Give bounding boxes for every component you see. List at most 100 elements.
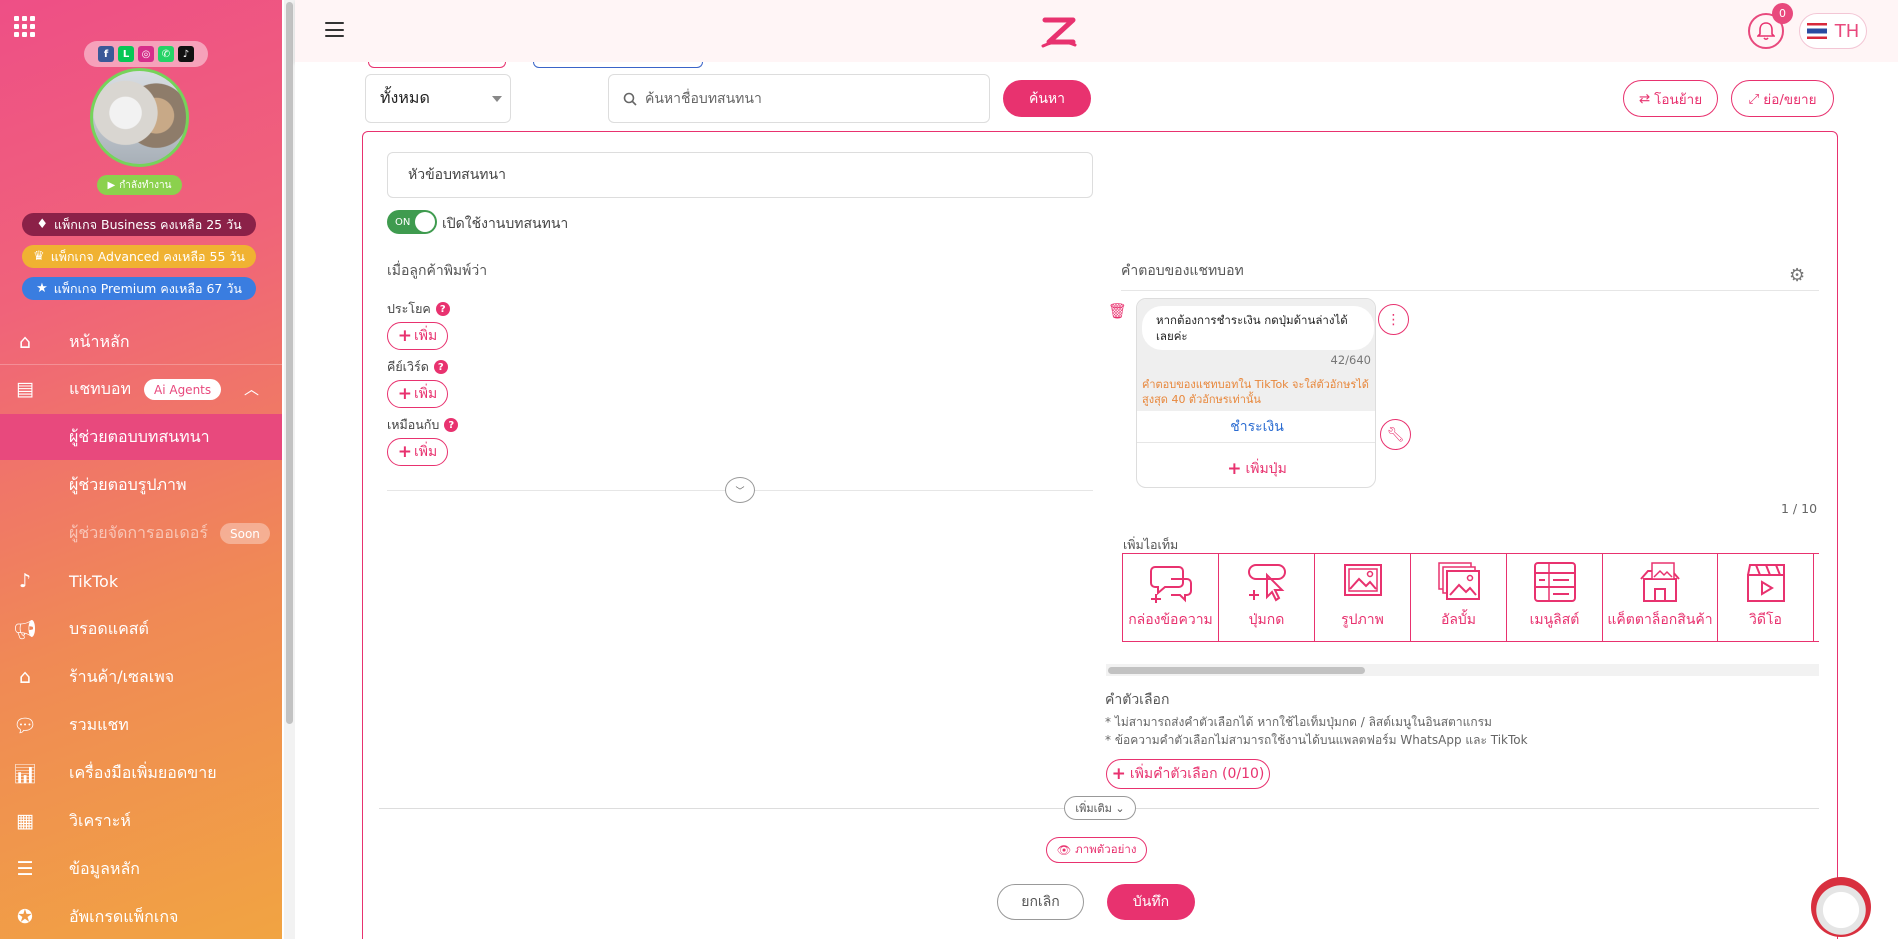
crown-icon: ♛ (33, 249, 45, 264)
menu-icon[interactable] (325, 22, 344, 37)
item-button[interactable]: ปุ่มกด (1219, 554, 1315, 641)
add-sentence-button[interactable]: + เพิ่ม (387, 322, 448, 350)
tab-remnant-left[interactable] (368, 62, 506, 68)
pay-button[interactable]: ชำระเงิน (1137, 411, 1375, 443)
trash-icon[interactable]: 🗑︎ (1108, 302, 1127, 320)
help-icon[interactable]: ? (435, 302, 450, 316)
message-bubble[interactable]: หากต้องการชำระเงิน กดปุ่มด้านล่างได้เลยค… (1142, 306, 1374, 350)
apps-grid-icon[interactable] (14, 16, 35, 37)
search-input[interactable]: ค้นหาชื่อบทสนทนา (608, 74, 990, 123)
gear-icon[interactable]: ⚙ (1789, 265, 1805, 286)
app-root: f L ◎ ✆ ♪ ▶ กำลังทำงาน ♦ แพ็กเกจ Busines… (0, 0, 1898, 939)
package-advanced-badge[interactable]: ♛ แพ็กเกจ Advanced คงเหลือ 55 วัน (22, 245, 256, 268)
keyword-label: คีย์เวิร์ด? (387, 357, 448, 377)
catalog-icon (1640, 562, 1680, 602)
item-image[interactable]: รูปภาพ (1315, 554, 1411, 641)
home-icon: ⌂ (18, 331, 32, 353)
database-icon: ☰ (16, 858, 34, 880)
swap-icon: ⇄ (1638, 90, 1651, 107)
soon-badge: Soon (220, 523, 270, 544)
brand-logo[interactable] (1039, 12, 1079, 52)
preview-button[interactable]: 👁︎ ภาพตัวอย่าง (1046, 837, 1147, 863)
report-icon: ▦ (16, 810, 34, 832)
message-box-icon (1149, 566, 1192, 603)
add-button-row[interactable]: + เพิ่มปุ่ม (1137, 453, 1375, 485)
album-icon (1437, 562, 1480, 600)
char-counter: 42/640 (1330, 353, 1371, 367)
item-menu-list[interactable]: เมนูลิสต์ (1507, 554, 1603, 641)
sidebar-item-chatbot[interactable]: ▤ แชทบอท Ai Agents ︿ (0, 366, 282, 412)
sidebar-scrollbar[interactable] (284, 0, 295, 939)
move-button[interactable]: ⇄ โอนย้าย (1623, 80, 1718, 117)
sidebar-item-order-assistant: ผู้ช่วยจัดการออเดอร์ Soon (0, 510, 282, 556)
customer-says-title: เมื่อลูกค้าพิมพ์ว่า (387, 263, 488, 279)
menu-list-icon (1533, 562, 1576, 602)
toggle-label: เปิดใช้งานบทสนทนา (442, 216, 569, 232)
sidebar-item-image-assistant[interactable]: ผู้ช่วยตอบรูปภาพ (0, 462, 282, 508)
caret-down-icon (492, 96, 502, 102)
chevron-down-icon[interactable]: ﹀ (725, 477, 755, 503)
top-header: 0 TH (295, 0, 1898, 62)
item-album[interactable]: อัลบั้ม (1411, 554, 1507, 641)
image-icon (1343, 564, 1382, 596)
instagram-icon: ◎ (138, 46, 154, 62)
more-button[interactable]: เพิ่มเติม ⌄ (1064, 796, 1136, 820)
expand-collapse-button[interactable]: ⤢ ย่อ/ขยาย (1731, 80, 1834, 117)
avatar[interactable] (90, 68, 189, 167)
item-video[interactable]: วิดีโอ (1718, 554, 1814, 641)
tab-remnant-right[interactable] (533, 62, 703, 68)
chevron-down-icon: ⌄ (1111, 801, 1125, 815)
item-strip: กล่องข้อความ ปุ่มกด รูปภาพ อัลบั้ม เมนูล… (1122, 553, 1819, 642)
sidebar-item-master-data[interactable]: ☰ ข้อมูลหลัก (0, 846, 282, 892)
chat-bubbles-icon: 💬︎ (12, 714, 38, 737)
ai-agents-badge: Ai Agents (144, 379, 222, 400)
message-card: หากต้องการชำระเงิน กดปุ่มด้านล่างได้เลยค… (1136, 298, 1376, 488)
wrench-icon[interactable]: 🔧︎ (1380, 419, 1411, 450)
search-icon (623, 92, 637, 106)
save-button[interactable]: บันทึก (1107, 884, 1195, 920)
filter-select[interactable]: ทั้งหมด (365, 74, 511, 123)
sidebar-item-broadcast[interactable]: 📢︎ บรอดแคสต์ (0, 606, 282, 652)
add-keyword-button[interactable]: + เพิ่ม (387, 380, 448, 408)
bot-reply-title: คำตอบของแชทบอท (1121, 263, 1244, 279)
search-button[interactable]: ค้นหา (1003, 80, 1091, 117)
add-option-button[interactable]: + เพิ่มคำตัวเลือก (0/10) (1106, 759, 1270, 789)
help-icon[interactable]: ? (433, 360, 448, 374)
language-switcher[interactable]: TH (1799, 13, 1867, 49)
sidebar-item-sales-tools[interactable]: 📊︎ เครื่องมือเพิ่มยอดขาย (0, 750, 282, 796)
eye-icon: 👁︎ (1056, 843, 1072, 857)
package-business-badge[interactable]: ♦ แพ็กเกจ Business คงเหลือ 25 วัน (22, 213, 256, 236)
enable-conversation-toggle[interactable]: ON (387, 210, 437, 234)
similar-label: เหมือนกับ? (387, 415, 459, 435)
right-divider (1121, 290, 1819, 291)
sidebar-item-chat-assistant[interactable]: ผู้ช่วยตอบบทสนทนา (0, 414, 282, 460)
social-channels: f L ◎ ✆ ♪ (84, 41, 208, 67)
add-similar-button[interactable]: + เพิ่ม (387, 438, 448, 466)
sidebar-item-analytics[interactable]: ▦ วิเคราะห์ (0, 798, 282, 844)
more-vertical-icon[interactable]: ⋮ (1378, 304, 1409, 335)
item-text-box[interactable]: กล่องข้อความ (1123, 554, 1219, 641)
star-icon: ★ (36, 281, 48, 296)
sidebar-item-home[interactable]: ⌂ หน้าหลัก (0, 319, 282, 365)
help-icon[interactable]: ? (444, 418, 459, 432)
growth-chart-icon: 📊︎ (12, 762, 38, 785)
add-item-label: เพิ่มไอเท็ม (1123, 537, 1179, 552)
whatsapp-icon: ✆ (158, 46, 174, 62)
topic-input[interactable]: หัวข้อบทสนทนา (387, 152, 1093, 198)
store-icon: ⌂ (18, 666, 32, 688)
sidebar-item-shop[interactable]: ⌂ ร้านค้า/เซลเพจ (0, 654, 282, 700)
sidebar-item-all-chat[interactable]: 💬︎ รวมแชท (0, 702, 282, 748)
chat-helper-avatar[interactable] (1811, 877, 1871, 937)
medal-icon: ✪ (17, 906, 33, 928)
chevron-up-icon[interactable]: ︿ (244, 378, 259, 399)
megaphone-icon: 📢︎ (12, 618, 38, 641)
sidebar-item-upgrade[interactable]: ✪ อัพเกรดแพ็กเกจ (0, 894, 282, 939)
sidebar-item-tiktok[interactable]: ♪ TikTok (0, 558, 282, 604)
item-product-catalog[interactable]: แค็ตตาล็อกสินค้า (1603, 554, 1718, 641)
cancel-button[interactable]: ยกเลิก (997, 884, 1084, 920)
tiktok-icon: ♪ (18, 570, 32, 592)
item-strip-scrollbar[interactable] (1106, 664, 1819, 676)
options-note-1: * ไม่สามารถส่งคำตัวเลือกได้ หากใช้ไอเท็ม… (1105, 715, 1492, 729)
package-premium-badge[interactable]: ★ แพ็กเกจ Premium คงเหลือ 67 วัน (22, 277, 256, 300)
page-count: 1 / 10 (1781, 501, 1818, 516)
